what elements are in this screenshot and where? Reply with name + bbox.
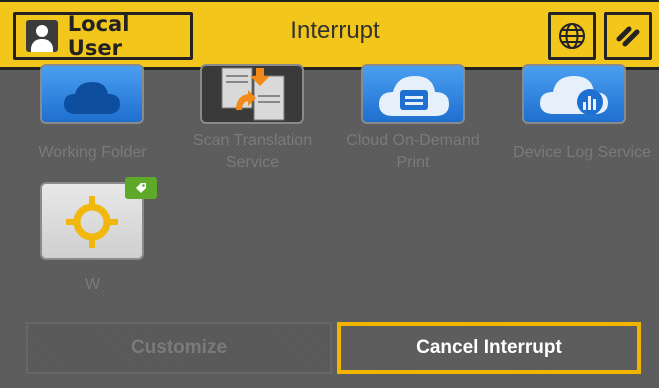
app-grid: Working Folder Scan Translation Service … — [0, 64, 659, 320]
language-button[interactable] — [548, 12, 596, 60]
cloud-print-icon — [379, 76, 449, 116]
cloud-icon — [64, 82, 120, 114]
app-label: Working Folder — [38, 144, 147, 161]
customize-button[interactable]: Customize — [26, 322, 332, 374]
working-folder-app[interactable] — [40, 64, 144, 124]
app-label: Cloud On-Demand — [346, 132, 480, 149]
user-label: Local User — [67, 12, 130, 60]
cloud-on-demand-print-app[interactable] — [361, 64, 465, 124]
reset-button[interactable] — [604, 12, 652, 60]
tag-badge-icon — [125, 177, 157, 199]
app-label: Service — [225, 154, 280, 171]
app-label: Print — [396, 154, 430, 171]
device-log-service-app[interactable] — [522, 64, 626, 124]
user-icon — [26, 20, 58, 52]
cloud-chart-icon — [540, 76, 608, 115]
app-label: Device Log Service — [513, 144, 651, 161]
page-title: Interrupt — [290, 17, 380, 44]
scan-translation-icon — [221, 67, 285, 121]
scan-translation-app[interactable] — [200, 64, 304, 124]
app-label: W — [84, 276, 101, 293]
top-bar: Local User Interrupt — [0, 0, 659, 70]
globe-icon — [559, 23, 585, 49]
reset-slash-icon — [616, 26, 640, 47]
local-user-button[interactable]: Local User — [13, 12, 193, 60]
app-label: Scan Translation — [192, 132, 313, 149]
cancel-interrupt-button[interactable]: Cancel Interrupt — [337, 322, 641, 374]
